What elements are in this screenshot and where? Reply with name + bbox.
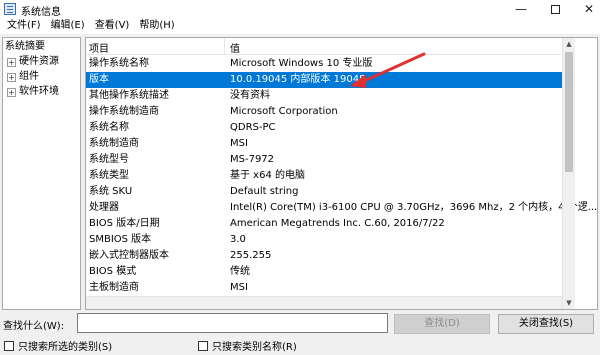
- cell-value: MS-7972: [230, 154, 275, 165]
- table-row[interactable]: 系统类型 基于 x64 的电脑: [86, 168, 562, 184]
- horizontal-scrollbar[interactable]: [86, 296, 562, 309]
- minimize-icon: —: [515, 2, 527, 16]
- cell-value: Intel(R) Core(TM) i3-6100 CPU @ 3.70GHz，…: [230, 202, 598, 213]
- cell-value: MSI: [230, 282, 248, 293]
- checkbox-label: 只搜索类别名称(R): [212, 342, 297, 353]
- tree-item-software-environment[interactable]: + 软件环境: [7, 85, 59, 99]
- cell-value: 255.255: [230, 250, 272, 261]
- cell-value: 3.0: [230, 234, 246, 245]
- tree-item-label: 系统摘要: [5, 41, 45, 52]
- table-row[interactable]: 嵌入式控制器版本 255.255: [86, 248, 562, 264]
- tree-item-system-summary[interactable]: 系统摘要: [5, 40, 45, 54]
- table-row[interactable]: 系统名称 QDRS-PC: [86, 120, 562, 136]
- cell-item: BIOS 模式: [89, 266, 137, 277]
- expand-icon[interactable]: +: [7, 58, 16, 67]
- cell-item: 系统 SKU: [89, 186, 133, 197]
- search-input[interactable]: [77, 313, 388, 333]
- tree-item-hardware-resources[interactable]: + 硬件资源: [7, 55, 59, 69]
- cell-value: 没有资料: [230, 90, 270, 101]
- table-row[interactable]: 处理器 Intel(R) Core(TM) i3-6100 CPU @ 3.70G…: [86, 200, 597, 216]
- category-tree[interactable]: 系统摘要 + 硬件资源 + 组件 + 软件环境: [2, 37, 81, 310]
- details-list[interactable]: 项目 值 操作系统名称 Microsoft Windows 10 专业版版本 10.…: [85, 37, 598, 310]
- table-row[interactable]: 版本 10.0.19045 内部版本 19045: [86, 72, 562, 88]
- table-row[interactable]: 系统 SKU Default string: [86, 184, 562, 200]
- expand-icon[interactable]: +: [7, 73, 16, 82]
- column-header-value[interactable]: 值: [230, 40, 240, 55]
- cell-item: 系统类型: [89, 170, 129, 181]
- table-row[interactable]: 其他操作系统描述 没有资料: [86, 88, 562, 104]
- cell-value: QDRS-PC: [230, 122, 276, 133]
- cell-value: MSI: [230, 138, 248, 149]
- table-row[interactable]: BIOS 版本/日期 American Megatrends Inc. C.60,…: [86, 216, 562, 232]
- table-row[interactable]: 操作系统名称 Microsoft Windows 10 专业版: [86, 56, 562, 72]
- cell-value: 基于 x64 的电脑: [230, 170, 305, 181]
- tree-item-label: 硬件资源: [19, 56, 59, 67]
- cell-item: 系统制造商: [89, 138, 139, 149]
- only-category-names-checkbox[interactable]: 只搜索类别名称(R): [198, 339, 297, 353]
- cell-value: 传统: [230, 266, 250, 277]
- title-bar: 系统信息 — ✕: [0, 0, 600, 18]
- find-button[interactable]: 查找(D): [394, 314, 490, 334]
- cell-item: 主板制造商: [89, 282, 139, 293]
- checkbox-label: 只搜索所选的类别(S): [18, 342, 113, 353]
- system-info-icon: [4, 3, 16, 15]
- only-selected-category-checkbox[interactable]: 只搜索所选的类别(S): [4, 339, 113, 353]
- scroll-up-icon[interactable]: ▲: [563, 38, 575, 50]
- cell-value: Microsoft Corporation: [230, 106, 338, 117]
- cell-value: American Megatrends Inc. C.60, 2016/7/22: [230, 218, 445, 229]
- cell-value: Default string: [230, 186, 299, 197]
- cell-item: 其他操作系统描述: [89, 90, 169, 101]
- cell-value: 10.0.19045 内部版本 19045: [230, 74, 366, 85]
- expand-icon[interactable]: +: [7, 88, 16, 97]
- tree-item-components[interactable]: + 组件: [7, 70, 39, 84]
- scroll-thumb[interactable]: [565, 52, 573, 172]
- table-row[interactable]: BIOS 模式 传统: [86, 264, 562, 280]
- column-header-item[interactable]: 项目: [89, 40, 109, 55]
- cell-item: SMBIOS 版本: [89, 234, 152, 245]
- menu-edit[interactable]: 编辑(E): [48, 18, 88, 34]
- menu-bar: 文件(F) 编辑(E) 查看(V) 帮助(H): [0, 18, 600, 34]
- cell-item: 版本: [89, 74, 109, 85]
- table-row[interactable]: 操作系统制造商 Microsoft Corporation: [86, 104, 562, 120]
- maximize-button[interactable]: [538, 0, 572, 18]
- close-button[interactable]: ✕: [572, 0, 600, 18]
- checkbox-box[interactable]: [4, 340, 14, 351]
- tree-item-label: 组件: [19, 71, 39, 82]
- list-header: 项目 值: [86, 38, 562, 55]
- scroll-down-icon[interactable]: ▼: [563, 297, 575, 309]
- cell-item: 操作系统名称: [89, 58, 149, 69]
- table-row[interactable]: SMBIOS 版本 3.0: [86, 232, 562, 248]
- maximize-icon: [550, 4, 560, 14]
- table-row[interactable]: 系统型号 MS-7972: [86, 152, 562, 168]
- cell-value: Microsoft Windows 10 专业版: [230, 58, 373, 69]
- table-row[interactable]: 主板制造商 MSI: [86, 280, 562, 296]
- menu-file[interactable]: 文件(F): [4, 18, 44, 34]
- close-icon: ✕: [583, 2, 595, 16]
- table-row[interactable]: 系统制造商 MSI: [86, 136, 562, 152]
- search-label: 查找什么(W):: [3, 321, 65, 332]
- cell-item: 系统型号: [89, 154, 129, 165]
- vertical-scrollbar[interactable]: ▲ ▼: [562, 38, 575, 309]
- menu-help[interactable]: 帮助(H): [136, 18, 177, 34]
- column-divider[interactable]: [224, 38, 225, 55]
- cell-item: 处理器: [89, 202, 119, 213]
- checkbox-box[interactable]: [198, 340, 208, 351]
- list-rows: 操作系统名称 Microsoft Windows 10 专业版版本 10.0.190…: [86, 56, 597, 309]
- tree-item-label: 软件环境: [19, 86, 59, 97]
- close-find-button[interactable]: 关闭查找(S): [498, 314, 594, 334]
- cell-item: BIOS 版本/日期: [89, 218, 160, 229]
- cell-item: 嵌入式控制器版本: [89, 250, 169, 261]
- window-title: 系统信息: [21, 7, 61, 18]
- cell-item: 系统名称: [89, 122, 129, 133]
- cell-item: 操作系统制造商: [89, 106, 159, 117]
- minimize-button[interactable]: —: [504, 0, 538, 18]
- menu-view[interactable]: 查看(V): [92, 18, 133, 34]
